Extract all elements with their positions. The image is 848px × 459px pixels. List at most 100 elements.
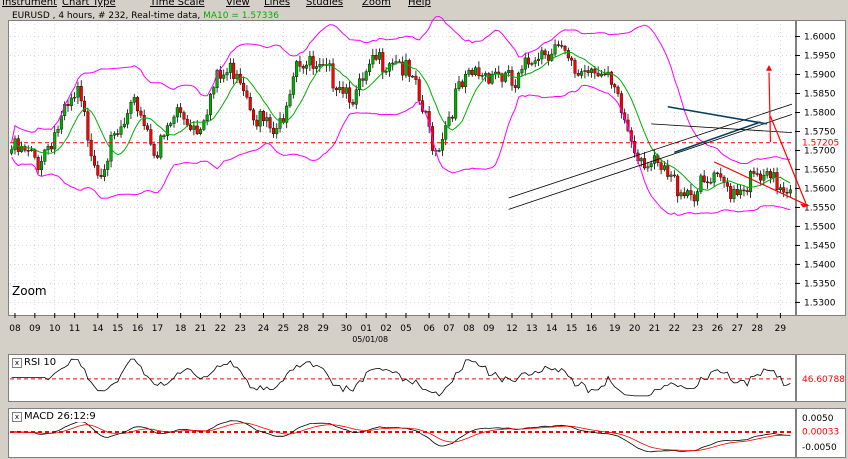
candle-body [603,73,607,76]
candle-body [185,118,189,126]
zoom-label: Zoom [12,284,47,298]
x-tick-label: 29 [317,324,329,334]
candle-body [79,86,83,102]
x-tick-label: 05 [400,324,411,334]
candle-body [268,117,272,129]
close-macd-icon[interactable]: x [12,412,22,422]
candle-body [772,172,776,179]
candle-body [672,174,676,177]
candle-body [162,135,166,137]
x-tick-label: 26 [712,324,724,334]
x-tick-label: 30 [341,324,353,334]
candle-body [225,72,229,76]
x-tick-label: 18 [175,324,187,334]
candle-body [338,87,342,91]
candle-body [510,70,514,86]
candle-body [775,172,779,190]
candle-body [119,126,123,135]
candle-body [553,44,557,55]
x-tick-label: 19 [609,324,621,334]
candle-body [742,189,746,192]
candle-body [298,61,302,67]
macd-tick-label: 0.0050 [802,414,834,424]
candle-body [788,189,792,194]
candle-body [407,60,411,77]
candle-body [99,175,103,177]
candle-body [189,124,193,130]
triangle-top [667,106,768,125]
candle-body [573,59,577,74]
candle-body [341,87,345,94]
candle-body [752,171,756,174]
candle-body [295,61,299,77]
y-tick-label: 1.5450 [804,241,836,251]
candle-body [122,123,126,128]
candle-body [497,71,501,75]
candle-body [411,75,415,78]
candle-body [749,171,753,193]
candle-body [218,70,222,79]
candle-body [136,97,140,112]
candle-body [666,165,670,177]
macd-tick-label: -0.0050 [802,443,837,453]
y-tick-label: 1.5900 [804,71,836,81]
candle-body [149,129,153,145]
candle-body [199,129,203,134]
candle-body [450,116,454,119]
candle-body [159,135,163,158]
candle-body [278,118,282,129]
candle-body [480,75,484,77]
candle-body [785,191,789,194]
x-tick-label: 07 [443,324,454,334]
candle-body [732,189,736,199]
ma-label: MA10 = 1.57336 [203,11,279,21]
candle-body [30,149,34,151]
y-tick-label: 1.5950 [804,52,836,62]
x-tick-label: 10 [49,324,61,334]
candle-body [590,68,594,73]
candle-body [702,175,706,183]
candle-body [470,69,474,75]
candle-body [43,149,47,162]
candle-body [172,116,176,124]
candle-body [520,68,524,74]
candle-body [288,94,292,107]
candle-body [139,110,143,116]
y-tick-label: 1.5850 [804,90,836,100]
candle-body [464,74,468,88]
candle-body [192,125,196,130]
candle-body [689,190,693,196]
bollinger-upper [11,15,791,164]
y-tick-label: 1.5300 [804,298,836,308]
x-tick-label: 22 [669,324,680,334]
candle-body [739,189,743,195]
y-tick-label: 1.5500 [804,222,836,232]
candle-body [669,174,673,177]
candle-body [467,69,471,75]
x-tick-label: 14 [546,324,558,334]
candle-body [477,67,481,77]
candle-body [205,114,209,121]
candle-body [576,73,580,76]
candle-body [556,44,560,46]
candle-body [649,163,653,167]
close-rsi-icon[interactable]: x [12,358,22,368]
candle-body [92,155,96,166]
candle-body [271,127,275,134]
candle-body [252,109,256,121]
x-tick-label: 11 [69,324,80,334]
x-tick-label: 12 [506,324,517,334]
candle-body [381,52,385,73]
candle-body [560,45,564,47]
x-tick-label: 16 [132,324,144,334]
candle-body [586,70,590,73]
candle-body [46,146,50,151]
x-tick-label: 09 [483,324,495,334]
candle-body [652,155,656,164]
candle-body [599,73,603,77]
x-tick-label: 14 [92,324,104,334]
candle-body [248,97,252,111]
candle-body [59,115,63,130]
candle-body [447,116,451,126]
candle-body [245,90,249,98]
